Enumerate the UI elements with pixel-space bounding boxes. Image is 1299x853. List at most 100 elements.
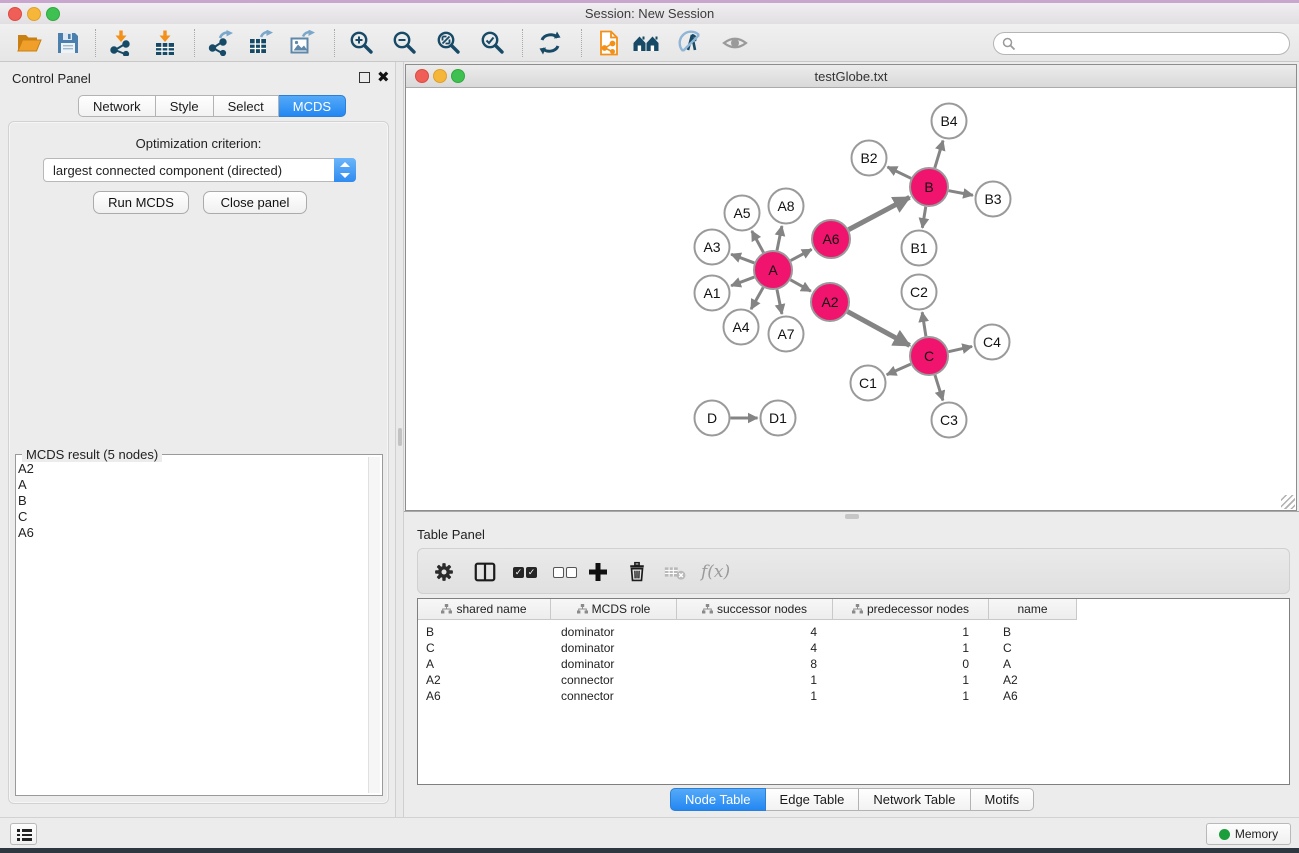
graph-edge-C-C3[interactable] [935,375,943,400]
splitter-handle[interactable] [845,514,859,519]
graph-node-B3[interactable]: B3 [976,182,1011,217]
graph-node-A8[interactable]: A8 [769,189,804,224]
splitter-handle[interactable] [398,428,402,446]
graph-edge-A-A3[interactable] [731,254,754,263]
close-panel-button[interactable]: Close panel [203,191,307,214]
graph-edge-A2-C[interactable] [848,312,910,346]
graph-node-A6[interactable]: A6 [812,220,850,258]
refresh-icon[interactable] [537,30,563,56]
table-row[interactable]: C dominator 4 1 C [418,640,1289,656]
network-window-titlebar[interactable]: testGlobe.txt [406,65,1296,88]
graph-edge-A-A5[interactable] [752,231,764,252]
zoom-fit-icon[interactable] [436,30,462,56]
graph-edge-A6-B[interactable] [849,197,910,229]
column-header-name[interactable]: name [989,599,1077,620]
graph-edge-C-C1[interactable] [887,364,911,375]
hide-graphics-details-icon[interactable] [678,30,704,56]
graph-edge-B-B1[interactable] [922,207,925,228]
export-image-icon[interactable] [289,30,315,56]
column-header-mcds-role[interactable]: MCDS role [551,599,677,620]
graph-edge-A-A2[interactable] [790,280,810,291]
table-row[interactable]: B dominator 4 1 B [418,624,1289,640]
float-panel-icon[interactable] [359,72,370,83]
graph-node-B1[interactable]: B1 [902,231,937,266]
graph-edge-B-B3[interactable] [949,191,973,196]
tab-motifs[interactable]: Motifs [971,788,1035,811]
column-view-icon[interactable] [473,560,497,584]
graph-node-C[interactable]: C [910,337,948,375]
tab-select[interactable]: Select [214,95,279,117]
delete-table-icon[interactable] [663,560,687,584]
graph-node-C2[interactable]: C2 [902,275,937,310]
graph-node-A[interactable]: A [754,251,792,289]
graph-node-A1[interactable]: A1 [695,276,730,311]
open-file-icon[interactable] [16,30,42,56]
panel-splitter-horizontal[interactable] [404,511,1299,520]
export-table-icon[interactable] [247,30,273,56]
graph-node-B[interactable]: B [910,168,948,206]
graph-node-A3[interactable]: A3 [695,230,730,265]
network-canvas[interactable]: B4 B2 B B3 A8 A5 A6 A3 B1 A A1 C2 A2 A4 A7 C4 C C1 D D1 C3 [406,88,1296,510]
panel-splitter-vertical[interactable] [395,62,404,817]
function-builder-icon[interactable]: f(x) [701,560,730,584]
graph-edge-A-A4[interactable] [751,287,763,309]
graph-node-A5[interactable]: A5 [725,196,760,231]
graph-edge-B-B2[interactable] [887,167,911,178]
zoom-in-icon[interactable] [349,30,375,56]
mcds-result-item[interactable]: A [18,477,34,493]
tab-network[interactable]: Network [78,95,156,117]
mcds-result-item[interactable]: B [18,493,34,509]
graph-node-B4[interactable]: B4 [932,104,967,139]
import-table-icon[interactable] [152,30,178,56]
graph-node-A4[interactable]: A4 [724,310,759,345]
tab-network-table[interactable]: Network Table [859,788,970,811]
import-network-icon[interactable] [108,30,134,56]
graph-node-C4[interactable]: C4 [975,325,1010,360]
tab-style[interactable]: Style [156,95,214,117]
search-input[interactable] [993,32,1290,55]
column-header-predecessor-nodes[interactable]: predecessor nodes [833,599,989,620]
graph-edge-B-B4[interactable] [935,141,943,168]
graph-edge-A-A6[interactable] [791,249,812,260]
home-icon[interactable] [633,30,659,56]
graph-node-C3[interactable]: C3 [932,403,967,438]
column-header-successor-nodes[interactable]: successor nodes [677,599,833,620]
memory-button[interactable]: Memory [1206,823,1291,845]
zoom-out-icon[interactable] [392,30,418,56]
deselect-all-icon[interactable] [553,560,579,584]
tab-node-table[interactable]: Node Table [670,788,766,811]
graph-edge-A-A7[interactable] [777,290,782,314]
select-all-icon[interactable]: ✓✓ [513,560,539,584]
graph-node-C1[interactable]: C1 [851,366,886,401]
mcds-result-item[interactable]: A6 [18,525,34,541]
graph-node-A2[interactable]: A2 [811,283,849,321]
delete-trash-icon[interactable] [626,560,648,584]
graph-node-D1[interactable]: D1 [761,401,796,436]
add-column-plus-icon[interactable] [588,560,608,584]
graph-node-B2[interactable]: B2 [852,141,887,176]
eye-icon[interactable] [722,30,748,56]
table-row[interactable]: A6 connector 1 1 A6 [418,688,1289,704]
table-row[interactable]: A dominator 8 0 A [418,656,1289,672]
network-file-icon[interactable] [596,30,622,56]
graph-edge-C-C4[interactable] [949,346,972,351]
criterion-select[interactable]: largest connected component (directed) [43,158,356,182]
mcds-result-item[interactable]: A2 [18,461,34,477]
tab-edge-table[interactable]: Edge Table [766,788,860,811]
table-settings-gear-icon[interactable] [433,560,455,584]
tab-mcds[interactable]: MCDS [279,95,346,117]
graph-node-D[interactable]: D [695,401,730,436]
result-scrollbar[interactable] [368,457,380,793]
graph-node-A7[interactable]: A7 [769,317,804,352]
zoom-selected-icon[interactable] [480,30,506,56]
graph-edge-A-A1[interactable] [731,277,754,286]
export-network-icon[interactable] [207,30,233,56]
run-mcds-button[interactable]: Run MCDS [93,191,189,214]
task-history-button[interactable] [10,823,37,845]
mcds-result-item[interactable]: C [18,509,34,525]
save-session-icon[interactable] [55,30,81,56]
table-row[interactable]: A2 connector 1 1 A2 [418,672,1289,688]
graph-edge-A-A8[interactable] [777,226,782,250]
graph-edge-C-C2[interactable] [922,312,926,336]
column-header-shared-name[interactable]: shared name [418,599,551,620]
